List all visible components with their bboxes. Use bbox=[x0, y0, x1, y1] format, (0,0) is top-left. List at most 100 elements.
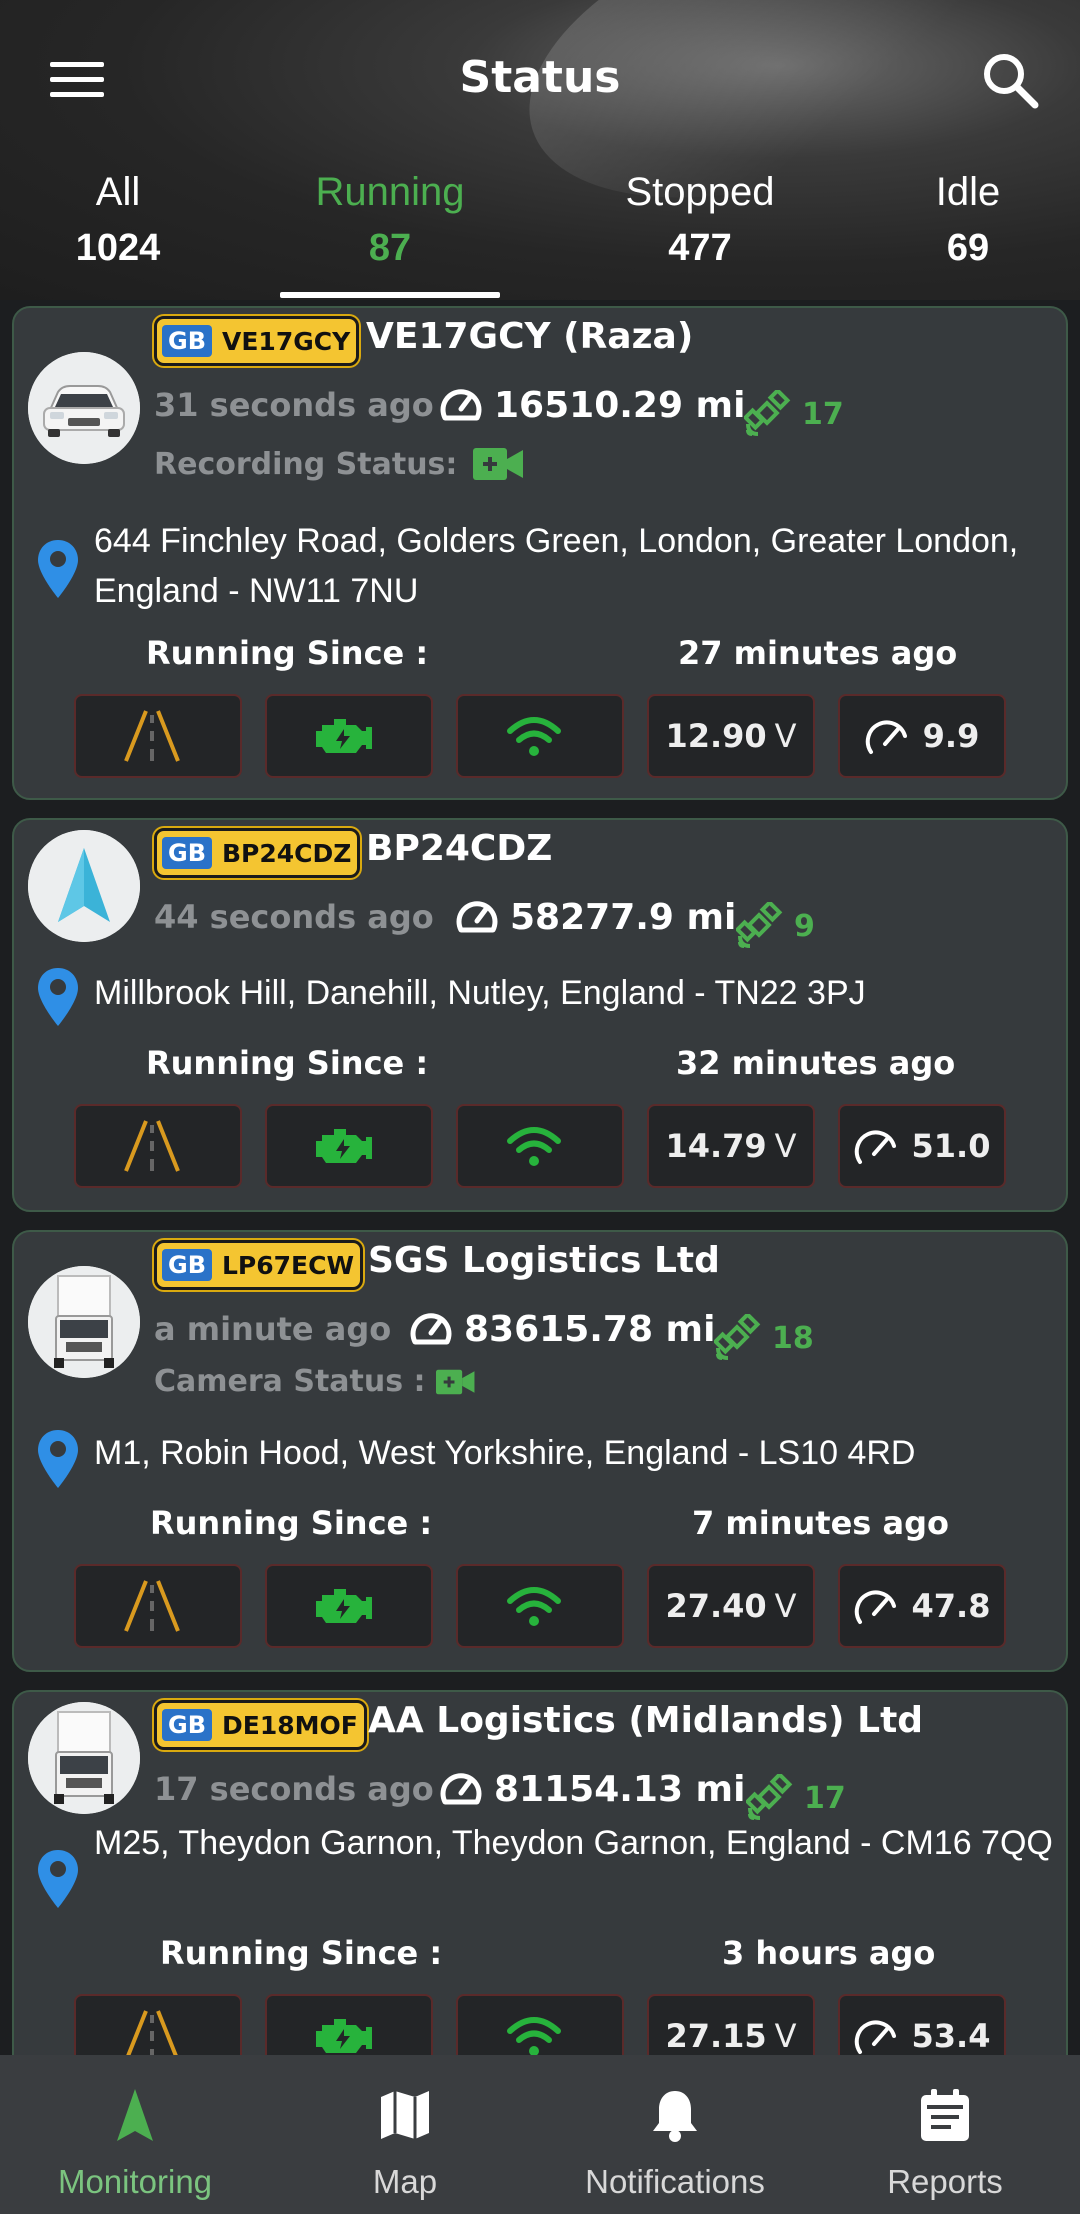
bell-icon bbox=[653, 2091, 697, 2142]
nav-reports[interactable]: Reports bbox=[810, 2055, 1080, 2214]
vehicle-name: VE17GCY (Raza) bbox=[366, 316, 694, 357]
last-update-time: 31 seconds ago bbox=[154, 386, 434, 424]
road-status-chip[interactable] bbox=[74, 1104, 242, 1188]
connectivity-chip[interactable] bbox=[456, 1564, 624, 1648]
battery-voltage-chip[interactable]: 14.79 V bbox=[647, 1104, 815, 1188]
engine-status-chip[interactable] bbox=[265, 1104, 433, 1188]
vehicle-name: BP24CDZ bbox=[366, 828, 553, 869]
odometer-value: 58277.9 mi bbox=[510, 896, 737, 938]
road-status-chip[interactable] bbox=[74, 1564, 242, 1648]
road-status-chip[interactable] bbox=[74, 1994, 242, 2055]
license-plate: GB DE18MOF bbox=[154, 1700, 367, 1750]
speed-gauge-icon bbox=[854, 1590, 896, 1624]
recording-status-label: Recording Status: bbox=[154, 446, 458, 482]
tab-all[interactable]: All 1024 bbox=[58, 170, 178, 270]
vehicle-address: M25, Theydon Garnon, Theydon Garnon, Eng… bbox=[94, 1824, 1053, 1862]
plate-country: GB bbox=[162, 1709, 212, 1741]
tab-count: 87 bbox=[368, 227, 412, 269]
speed-value: 53.4 bbox=[911, 2017, 991, 2055]
battery-voltage-chip[interactable]: 27.40 V bbox=[647, 1564, 815, 1648]
voltage-value: 14.79 bbox=[665, 1127, 767, 1165]
nav-notifications[interactable]: Notifications bbox=[540, 2055, 810, 2214]
speed-chip[interactable]: 9.9 bbox=[838, 694, 1006, 778]
speed-chip[interactable]: 53.4 bbox=[838, 1994, 1006, 2055]
tab-count: 477 bbox=[668, 227, 732, 269]
running-since-value: 3 hours ago bbox=[722, 1934, 936, 1972]
nav-monitoring[interactable]: Monitoring bbox=[0, 2055, 270, 2214]
voltage-value: 27.15 bbox=[665, 2017, 767, 2055]
satellite-count: 17 bbox=[746, 1774, 846, 1822]
tab-label: Idle bbox=[935, 170, 1001, 214]
vehicle-card[interactable]: GB LP67ECW SGS Logistics Ltd a minute ag… bbox=[12, 1230, 1068, 1672]
engine-status-chip[interactable] bbox=[265, 694, 433, 778]
satellite-icon bbox=[746, 1774, 793, 1820]
bottom-navigation: Monitoring Map Notifications Reports bbox=[0, 2055, 1080, 2214]
voltage-unit: V bbox=[774, 1127, 797, 1165]
plate-number: BP24CDZ bbox=[222, 838, 352, 868]
nav-map[interactable]: Map bbox=[270, 2055, 540, 2214]
speed-value: 9.9 bbox=[922, 717, 980, 755]
connectivity-chip[interactable] bbox=[456, 1104, 624, 1188]
nav-label: Notifications bbox=[585, 2163, 765, 2200]
tab-stopped[interactable]: Stopped 477 bbox=[600, 170, 800, 270]
navigation-arrow-icon bbox=[117, 2089, 153, 2141]
search-icon[interactable] bbox=[980, 50, 1040, 110]
vehicle-address: M1, Robin Hood, West Yorkshire, England … bbox=[94, 1434, 916, 1472]
vehicle-card[interactable]: GB BP24CDZ BP24CDZ 44 seconds ago 58277.… bbox=[12, 818, 1068, 1212]
last-update-time: 44 seconds ago bbox=[154, 898, 434, 936]
nav-label: Reports bbox=[887, 2163, 1003, 2200]
engine-icon bbox=[316, 1129, 372, 1163]
license-plate: GB LP67ECW bbox=[154, 1240, 364, 1290]
satellite-value: 9 bbox=[794, 908, 815, 944]
tab-label: Running bbox=[315, 170, 465, 214]
camera-status: Camera Status : bbox=[154, 1364, 476, 1399]
odometer-value: 83615.78 mi bbox=[464, 1308, 716, 1350]
running-since-value: 7 minutes ago bbox=[692, 1504, 949, 1542]
location-pin-icon bbox=[36, 538, 80, 604]
video-camera-plus-icon bbox=[473, 448, 524, 480]
plate-country: GB bbox=[162, 837, 212, 869]
connectivity-chip[interactable] bbox=[456, 1994, 624, 2055]
satellite-value: 18 bbox=[772, 1320, 814, 1356]
engine-status-chip[interactable] bbox=[265, 1994, 433, 2055]
plate-country: GB bbox=[162, 325, 212, 357]
voltage-unit: V bbox=[774, 1587, 797, 1625]
connectivity-chip[interactable] bbox=[456, 694, 624, 778]
tab-running[interactable]: Running 87 bbox=[290, 170, 490, 270]
wifi-icon bbox=[507, 1127, 561, 1166]
voltage-value: 12.90 bbox=[665, 717, 767, 755]
satellite-icon bbox=[714, 1314, 761, 1360]
nav-label: Map bbox=[372, 2163, 438, 2200]
running-since-value: 32 minutes ago bbox=[676, 1044, 956, 1082]
running-since-label: Running Since : bbox=[146, 1044, 429, 1082]
battery-voltage-chip[interactable]: 27.15 V bbox=[647, 1994, 815, 2055]
running-since-label: Running Since : bbox=[160, 1934, 443, 1972]
navigation-arrow-avatar bbox=[28, 830, 140, 942]
map-icon bbox=[381, 2091, 429, 2139]
satellite-count: 17 bbox=[744, 390, 844, 438]
recording-status: Recording Status: bbox=[154, 446, 525, 482]
vehicle-card[interactable]: GB VE17GCY VE17GCY (Raza) 31 seconds ago… bbox=[12, 306, 1068, 800]
odometer-value: 16510.29 mi bbox=[494, 384, 746, 426]
vehicle-address: 644 Finchley Road, Golders Green, London… bbox=[94, 522, 1019, 610]
wifi-icon bbox=[507, 2017, 561, 2055]
tab-idle[interactable]: Idle 69 bbox=[900, 170, 1036, 270]
speed-value: 47.8 bbox=[911, 1587, 991, 1625]
speed-chip[interactable]: 51.0 bbox=[838, 1104, 1006, 1188]
voltage-unit: V bbox=[774, 2017, 797, 2055]
active-tab-indicator bbox=[280, 292, 500, 298]
truck-avatar bbox=[28, 1266, 140, 1378]
odometer: 83615.78 mi bbox=[408, 1306, 715, 1352]
road-status-chip[interactable] bbox=[74, 694, 242, 778]
plate-country: GB bbox=[162, 1249, 212, 1281]
speed-chip[interactable]: 47.8 bbox=[838, 1564, 1006, 1648]
tab-label: All bbox=[95, 170, 141, 214]
vehicle-list[interactable]: GB VE17GCY VE17GCY (Raza) 31 seconds ago… bbox=[0, 300, 1080, 2055]
vehicle-card[interactable]: GB DE18MOF AA Logistics (Midlands) Ltd 1… bbox=[12, 1690, 1068, 2055]
location-pin-icon bbox=[36, 1848, 80, 1914]
plate-number: VE17GCY bbox=[222, 326, 351, 356]
satellite-count: 18 bbox=[714, 1314, 814, 1362]
engine-status-chip[interactable] bbox=[265, 1564, 433, 1648]
satellite-value: 17 bbox=[802, 396, 844, 432]
battery-voltage-chip[interactable]: 12.90 V bbox=[647, 694, 815, 778]
